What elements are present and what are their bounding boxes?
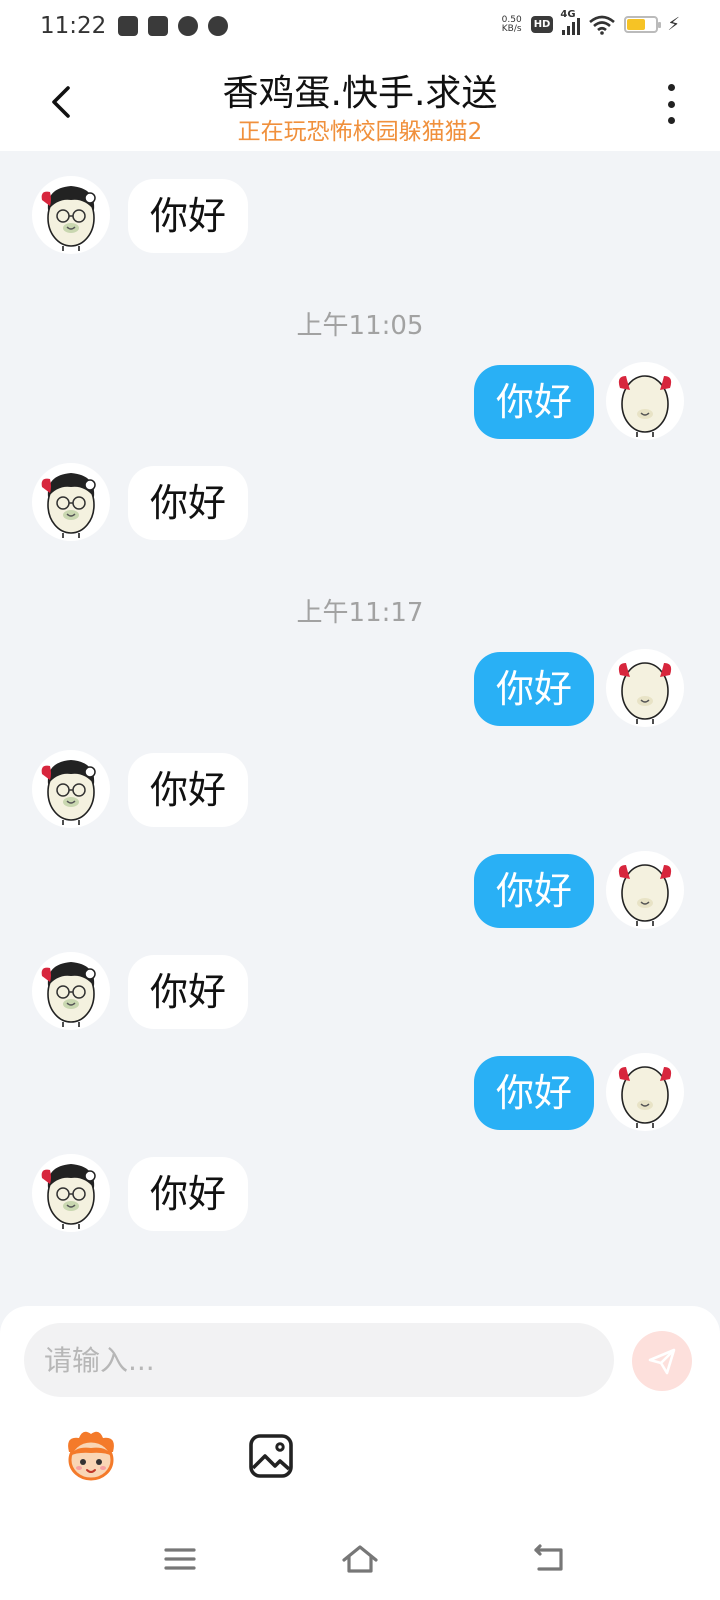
emoji-mascot-icon: [68, 1431, 114, 1481]
message-bubble-outgoing[interactable]: 你好: [473, 652, 594, 726]
battery-icon: [624, 16, 662, 33]
message-row-outgoing: 你好: [0, 851, 720, 931]
cellular-signal-icon: 4G: [560, 9, 581, 35]
image-icon: [249, 1434, 293, 1478]
message-list[interactable]: 你好 上午11:05 你好 你好 上午11:17 你好 你好 你好 你好 你好 …: [0, 151, 720, 1311]
my-avatar[interactable]: [606, 1053, 684, 1131]
message-row-outgoing: 你好: [0, 362, 720, 442]
my-avatar[interactable]: [606, 649, 684, 727]
battery-fill: [627, 19, 646, 30]
message-row-incoming: 你好: [0, 1154, 720, 1234]
nav-home-button[interactable]: [340, 1540, 380, 1580]
status-bar: 11:22 0.50 KB/s HD 4G ⚡: [0, 0, 720, 56]
contact-avatar[interactable]: [32, 463, 110, 541]
contact-avatar[interactable]: [32, 952, 110, 1030]
more-options-button[interactable]: [664, 84, 678, 124]
message-timestamp: 上午11:17: [296, 598, 424, 628]
send-button[interactable]: [632, 1331, 692, 1391]
message-timestamp: 上午11:05: [296, 311, 424, 341]
message-row-incoming: 你好: [0, 176, 720, 256]
wifi-icon: [589, 15, 616, 35]
chat-notification-icon: [208, 16, 228, 36]
contact-status: 正在玩恐怖校园躲猫猫2: [237, 119, 483, 145]
my-avatar[interactable]: [606, 362, 684, 440]
contact-name: 香鸡蛋.快手.求送: [222, 73, 498, 114]
mail-notification-icon: [148, 16, 168, 36]
message-input[interactable]: [24, 1323, 614, 1397]
message-bubble-outgoing[interactable]: 你好: [473, 854, 594, 928]
my-avatar[interactable]: [606, 851, 684, 929]
image-button[interactable]: [241, 1426, 301, 1486]
message-row-incoming: 你好: [0, 952, 720, 1032]
network-type: 4G: [560, 8, 576, 20]
send-icon: [648, 1348, 676, 1375]
video-notification-icon: [118, 16, 138, 36]
notification-icons: [118, 16, 228, 36]
message-row-outgoing: 你好: [0, 1053, 720, 1133]
home-icon: [342, 1545, 378, 1573]
menu-icon: [164, 1548, 196, 1570]
message-bubble-incoming[interactable]: 你好: [128, 1157, 249, 1231]
system-nav-bar: [0, 1520, 720, 1600]
clock-notification-icon: [178, 16, 198, 36]
message-row-incoming: 你好: [0, 463, 720, 543]
message-row-outgoing: 你好: [0, 649, 720, 729]
more-vertical-icon: [667, 84, 675, 91]
message-bubble-incoming[interactable]: 你好: [128, 466, 249, 540]
message-bubble-outgoing[interactable]: 你好: [473, 1056, 594, 1130]
network-speed-unit: KB/s: [501, 23, 522, 34]
message-bubble-incoming[interactable]: 你好: [128, 955, 249, 1029]
charging-icon: ⚡: [667, 14, 680, 35]
message-row-incoming: 你好: [0, 750, 720, 830]
contact-avatar[interactable]: [32, 1154, 110, 1232]
emoji-button[interactable]: [61, 1426, 121, 1486]
back-icon: [534, 1544, 563, 1571]
network-speed: 0.50 KB/s: [501, 15, 522, 34]
nav-back-button[interactable]: [530, 1540, 570, 1580]
chat-header: 香鸡蛋.快手.求送 正在玩恐怖校园躲猫猫2: [0, 56, 720, 151]
message-bubble-incoming[interactable]: 你好: [128, 753, 249, 827]
message-bubble-incoming[interactable]: 你好: [128, 179, 249, 253]
status-indicators: 0.50 KB/s HD 4G ⚡: [501, 9, 680, 36]
nav-menu-button[interactable]: [160, 1540, 200, 1580]
message-bubble-outgoing[interactable]: 你好: [473, 365, 594, 439]
contact-avatar[interactable]: [32, 176, 110, 254]
hd-badge: HD: [530, 16, 554, 33]
contact-avatar[interactable]: [32, 750, 110, 828]
status-time: 11:22: [40, 13, 107, 39]
